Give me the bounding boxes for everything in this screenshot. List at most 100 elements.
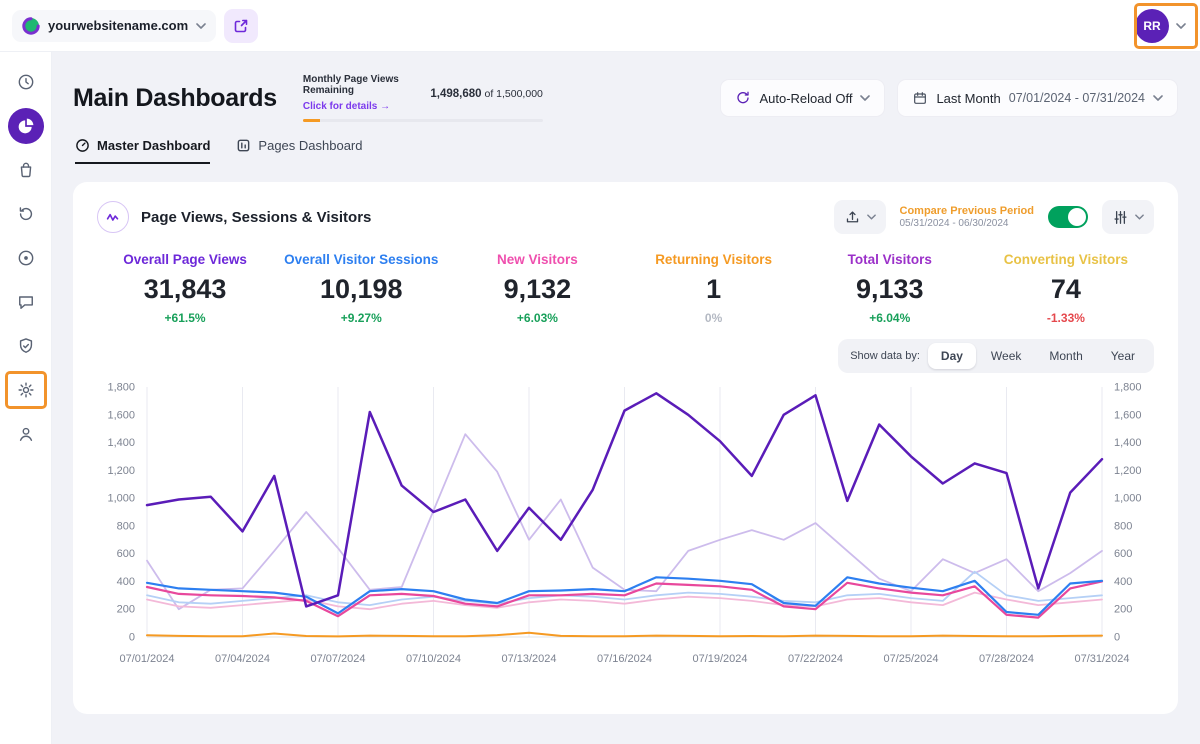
chart-svg[interactable]: 07/01/202407/04/202407/07/202407/10/2024… (97, 379, 1154, 671)
metric-label: Overall Visitor Sessions (273, 252, 449, 267)
metric-delta: +6.04% (802, 311, 978, 325)
metric-label: Overall Page Views (97, 252, 273, 267)
svg-text:1,000: 1,000 (1114, 493, 1142, 505)
chevron-down-icon (1153, 95, 1163, 101)
account-menu[interactable]: RR (1135, 9, 1186, 43)
metric-label: Converting Visitors (978, 252, 1154, 267)
svg-text:400: 400 (1114, 576, 1132, 588)
show-data-by-label: Show data by: (850, 350, 920, 362)
metric-label: Returning Visitors (626, 252, 802, 267)
svg-text:1,400: 1,400 (107, 437, 135, 449)
metric-delta: +9.27% (273, 311, 449, 325)
export-icon (844, 209, 861, 226)
sidebar-item-ecommerce[interactable] (8, 152, 44, 188)
chevron-down-icon (1135, 214, 1144, 220)
svg-text:07/25/2024: 07/25/2024 (883, 653, 938, 665)
shield-check-icon (16, 336, 36, 356)
clock-icon (16, 72, 36, 92)
chart-area: 07/01/202407/04/202407/07/202407/10/2024… (97, 379, 1154, 671)
sidebar-item-account[interactable] (8, 416, 44, 452)
granularity-switcher: Show data by: Day Week Month Year (838, 339, 1154, 373)
quota-details-link[interactable]: Click for details → (303, 101, 390, 112)
tab-pages-dashboard[interactable]: Pages Dashboard (236, 138, 362, 164)
auto-reload-button[interactable]: Auto-Reload Off (720, 79, 885, 117)
card-actions: Compare Previous Period 05/31/2024 - 06/… (834, 200, 1155, 234)
quota-value: 1,498,680 of 1,500,000 (430, 88, 542, 100)
open-site-button[interactable] (224, 9, 258, 43)
metric-value: 74 (978, 274, 1154, 305)
metric-value: 1 (626, 274, 802, 305)
quota-progress-bar (303, 119, 543, 122)
calendar-icon (912, 90, 928, 106)
sidebar-item-privacy[interactable] (8, 328, 44, 364)
compare-toggle[interactable] (1048, 206, 1088, 228)
svg-text:0: 0 (129, 632, 135, 644)
svg-text:400: 400 (117, 576, 135, 588)
tab-label: Master Dashboard (97, 138, 210, 153)
svg-text:600: 600 (1114, 548, 1132, 560)
avatar[interactable]: RR (1135, 9, 1169, 43)
site-selector[interactable]: yourwebsitename.com (12, 10, 216, 42)
svg-text:1,200: 1,200 (1114, 465, 1142, 477)
chart-settings-button[interactable] (1102, 200, 1154, 234)
tab-label: Pages Dashboard (258, 138, 362, 153)
granularity-row: Show data by: Day Week Month Year (97, 339, 1154, 373)
metrics-row: Overall Page Views 31,843 +61.5% Overall… (97, 252, 1154, 325)
svg-text:600: 600 (117, 548, 135, 560)
period-range: 07/01/2024 - 07/31/2024 (1009, 91, 1145, 105)
metric-overall-page-views: Overall Page Views 31,843 +61.5% (97, 252, 273, 325)
sidebar-item-tracking[interactable] (8, 240, 44, 276)
svg-text:0: 0 (1114, 632, 1120, 644)
metric-label: Total Visitors (802, 252, 978, 267)
svg-text:800: 800 (1114, 520, 1132, 532)
granularity-year[interactable]: Year (1098, 343, 1148, 369)
target-icon (16, 248, 36, 268)
metric-value: 31,843 (97, 274, 273, 305)
quota-progress-fill (303, 119, 320, 122)
svg-text:07/10/2024: 07/10/2024 (406, 653, 461, 665)
svg-text:200: 200 (1114, 604, 1132, 616)
metric-new-visitors: New Visitors 9,132 +6.03% (449, 252, 625, 325)
external-link-icon (233, 18, 249, 34)
svg-text:07/01/2024: 07/01/2024 (119, 653, 174, 665)
svg-text:07/31/2024: 07/31/2024 (1074, 653, 1129, 665)
metric-value: 9,132 (449, 274, 625, 305)
metric-delta: +6.03% (449, 311, 625, 325)
columns-icon (236, 138, 251, 153)
metric-returning-visitors: Returning Visitors 1 0% (626, 252, 802, 325)
chevron-down-icon (1176, 23, 1186, 29)
granularity-day[interactable]: Day (928, 343, 976, 369)
line-chart-icon (97, 201, 129, 233)
sidebar-item-settings[interactable] (8, 372, 44, 408)
metric-delta: 0% (626, 311, 802, 325)
sliders-icon (1112, 209, 1129, 226)
export-button[interactable] (834, 200, 886, 234)
tab-master-dashboard[interactable]: Master Dashboard (75, 138, 210, 164)
date-range-button[interactable]: Last Month 07/01/2024 - 07/31/2024 (897, 79, 1178, 117)
chat-icon (16, 292, 36, 312)
sidebar-item-history[interactable] (8, 196, 44, 232)
page-header: Main Dashboards Monthly Page Views Remai… (73, 74, 1178, 122)
main-content: Main Dashboards Monthly Page Views Remai… (52, 52, 1200, 744)
chart-card: Page Views, Sessions & Visitors Compare … (73, 182, 1178, 714)
svg-text:1,600: 1,600 (1114, 409, 1142, 421)
chevron-down-icon (196, 23, 206, 29)
metric-delta: +61.5% (97, 311, 273, 325)
svg-text:07/13/2024: 07/13/2024 (501, 653, 556, 665)
svg-text:07/07/2024: 07/07/2024 (310, 653, 365, 665)
sidebar-item-dashboards[interactable] (8, 108, 44, 144)
auto-reload-label: Auto-Reload Off (759, 91, 852, 106)
sidebar-item-chat[interactable] (8, 284, 44, 320)
svg-text:07/22/2024: 07/22/2024 (788, 653, 843, 665)
svg-text:1,200: 1,200 (107, 465, 135, 477)
granularity-month[interactable]: Month (1036, 343, 1095, 369)
site-name: yourwebsitename.com (48, 18, 188, 33)
granularity-week[interactable]: Week (978, 343, 1034, 369)
pie-chart-icon (16, 116, 36, 136)
refresh-icon (735, 90, 751, 106)
dashboard-tabs: Master Dashboard Pages Dashboard (73, 138, 1178, 164)
sidebar-item-time[interactable] (8, 64, 44, 100)
toggle-knob (1068, 208, 1086, 226)
metric-label: New Visitors (449, 252, 625, 267)
svg-text:1,400: 1,400 (1114, 437, 1142, 449)
